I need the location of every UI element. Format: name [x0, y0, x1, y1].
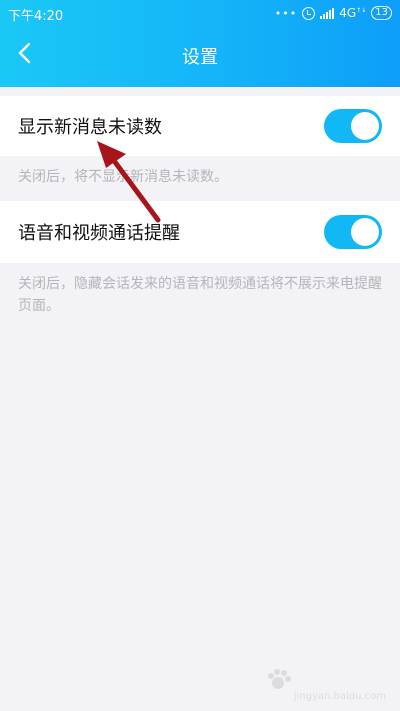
- unread-count-toggle[interactable]: [324, 109, 382, 143]
- signal-icon: [320, 7, 335, 19]
- setting-label: 语音和视频通话提醒: [18, 223, 180, 244]
- call-reminder-toggle[interactable]: [324, 215, 382, 249]
- notification-dots-icon: •••: [274, 6, 298, 20]
- network-activity-icon: ↑↓: [356, 7, 367, 14]
- setting-row-unread-count[interactable]: 显示新消息未读数: [0, 96, 400, 156]
- status-time: 下午4:20: [8, 9, 64, 24]
- setting-label: 显示新消息未读数: [18, 117, 162, 138]
- paw-logo-icon: [268, 669, 291, 689]
- watermark-url: jingyan.baidu.com: [293, 691, 386, 702]
- setting-hint: 关闭后，隐藏会话发来的语音和视频通话将不展示来电提醒页面。: [18, 276, 382, 314]
- battery-level: 13: [375, 7, 388, 18]
- status-icons: ••• 4G↑↓ 13: [275, 4, 392, 22]
- status-bar: 下午4:20 ••• 4G↑↓ 13: [0, 0, 400, 26]
- app-header: 下午4:20 ••• 4G↑↓ 13 设置: [0, 0, 400, 87]
- setting-row-call-reminder[interactable]: 语音和视频通话提醒: [0, 201, 400, 263]
- network-type: 4G↑↓: [339, 6, 367, 20]
- battery-icon: 13: [371, 6, 392, 20]
- baidu-jingyan-watermark: jingyan.baidu.com: [266, 667, 386, 703]
- page-title: 设置: [182, 47, 218, 68]
- setting-hint: 关闭后，将不显示新消息未读数。: [18, 169, 228, 185]
- alarm-icon: [302, 6, 316, 20]
- toggle-knob: [351, 218, 379, 246]
- toggle-knob: [351, 112, 379, 140]
